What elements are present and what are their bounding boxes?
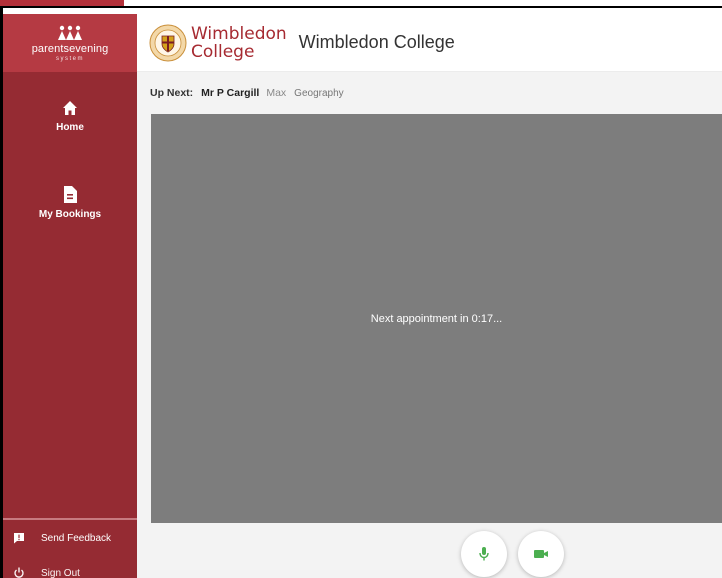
camera-toggle-button[interactable] bbox=[518, 531, 564, 577]
document-icon bbox=[64, 186, 77, 203]
microphone-icon bbox=[479, 547, 489, 561]
school-crest-icon bbox=[149, 24, 187, 61]
up-next-child: Max bbox=[266, 87, 287, 99]
logo-line-1: Wimbledon bbox=[191, 23, 287, 44]
logo-line-2: College bbox=[191, 41, 255, 62]
up-next-label: Up Next: bbox=[150, 87, 194, 99]
home-icon bbox=[63, 101, 77, 115]
video-panel: Next appointment in 0:17... bbox=[151, 114, 722, 523]
countdown-message: Next appointment in 0:17... bbox=[370, 312, 503, 325]
up-next-subject: Geography bbox=[294, 87, 344, 99]
window-top-strip bbox=[0, 0, 722, 14]
window-frame-line bbox=[0, 6, 722, 8]
brand-subtext: system bbox=[55, 55, 84, 62]
microphone-toggle-button[interactable] bbox=[461, 531, 507, 577]
brand-logo[interactable]: parentsevening system bbox=[3, 14, 137, 72]
sidebar-divider bbox=[3, 518, 137, 520]
school-logo-text: Wimbledon College bbox=[191, 25, 287, 61]
sidebar-item-label: Home bbox=[56, 122, 84, 133]
video-camera-icon bbox=[534, 550, 548, 558]
send-feedback-button[interactable]: Send Feedback bbox=[3, 532, 137, 544]
feedback-icon bbox=[14, 533, 24, 544]
brand-text: parentsevening bbox=[31, 42, 109, 55]
sign-out-label: Sign Out bbox=[41, 567, 80, 578]
sidebar-item-home[interactable]: Home bbox=[3, 100, 137, 133]
sidebar-item-my-bookings[interactable]: My Bookings bbox=[3, 186, 137, 220]
sidebar: parentsevening system Home My Bookings S… bbox=[3, 14, 137, 578]
up-next-bar: Up Next: Mr P Cargill Max Geography bbox=[137, 72, 722, 114]
send-feedback-label: Send Feedback bbox=[41, 532, 112, 544]
sign-out-button[interactable]: Sign Out bbox=[3, 567, 137, 578]
up-next-teacher: Mr P Cargill bbox=[201, 87, 260, 99]
power-icon bbox=[14, 567, 24, 578]
header: Wimbledon College Wimbledon College bbox=[137, 14, 722, 72]
school-name: Wimbledon College bbox=[298, 32, 455, 52]
family-icon bbox=[58, 25, 82, 40]
sidebar-item-label: My Bookings bbox=[38, 209, 102, 220]
